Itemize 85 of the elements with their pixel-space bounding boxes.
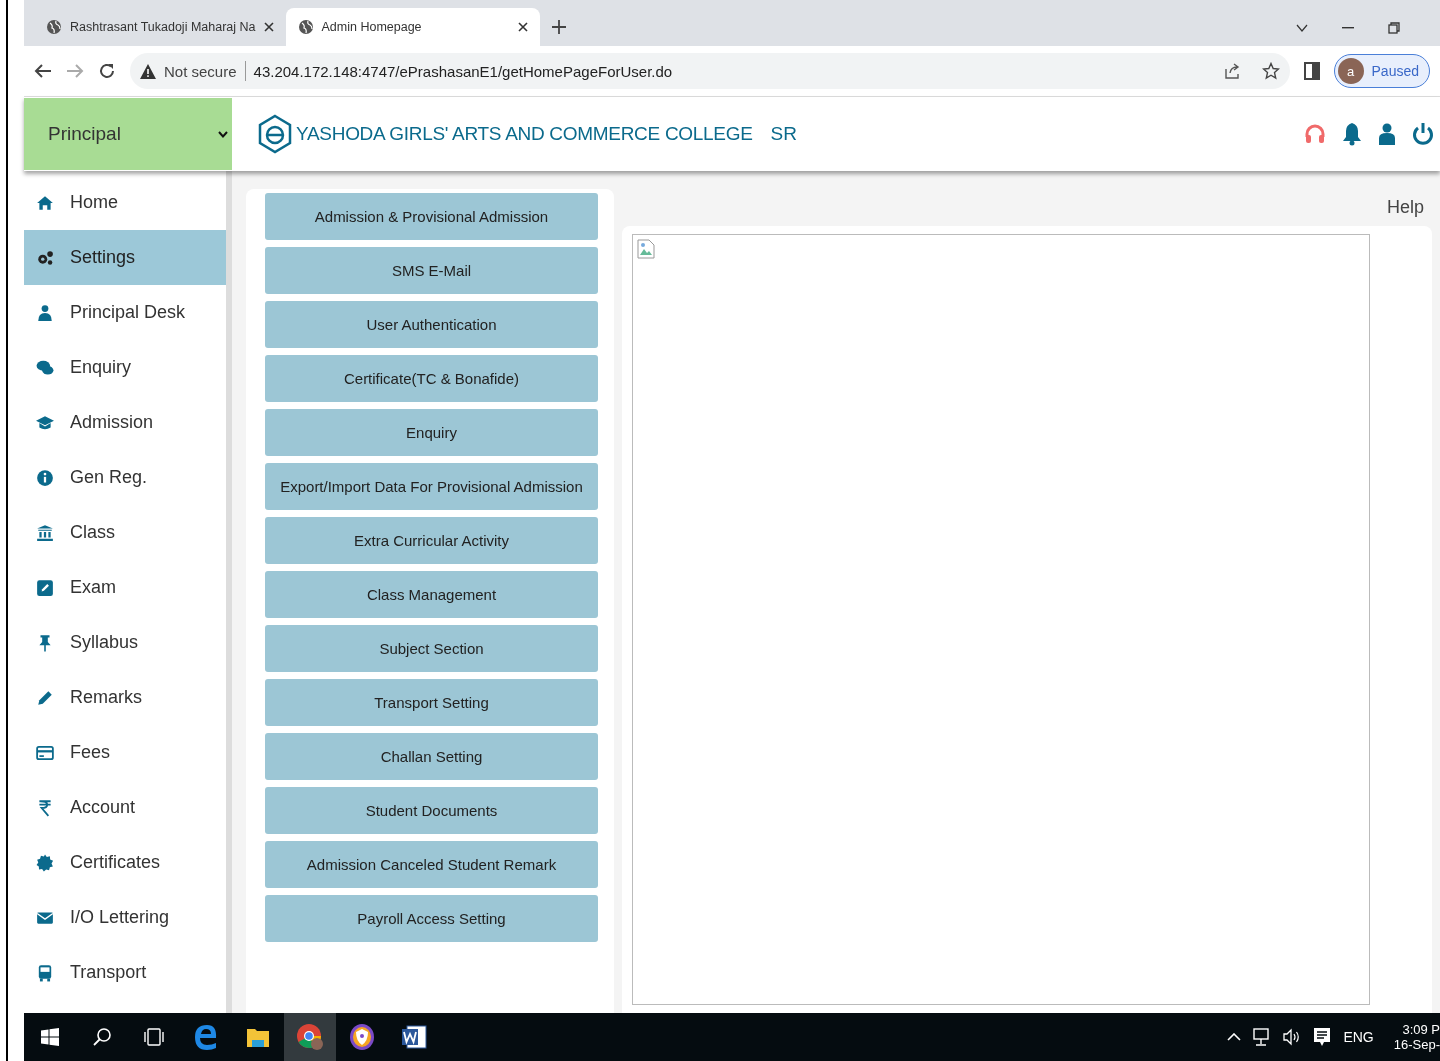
security-label[interactable]: Not secure bbox=[164, 62, 237, 80]
settings-menu-button[interactable]: Payroll Access Setting bbox=[265, 895, 598, 942]
vpn-shield-icon[interactable] bbox=[349, 1023, 375, 1051]
bus-icon bbox=[36, 963, 54, 982]
sidebar-item[interactable]: I/O Lettering bbox=[24, 890, 226, 945]
back-icon[interactable] bbox=[34, 63, 52, 79]
chevron-down-icon[interactable] bbox=[1296, 24, 1308, 32]
settings-menu-button[interactable]: Subject Section bbox=[265, 625, 598, 672]
settings-menu-button[interactable]: Export/Import Data For Provisional Admission bbox=[265, 463, 598, 510]
settings-menu-button[interactable]: Extra Curricular Activity bbox=[265, 517, 598, 564]
settings-menu-button[interactable]: Enquiry bbox=[265, 409, 598, 456]
side-panel-icon[interactable] bbox=[1303, 62, 1320, 80]
globe-icon bbox=[297, 19, 314, 35]
sidebar-item[interactable]: Syllabus bbox=[24, 615, 226, 670]
address-bar[interactable]: Not secure 43.204.172.148:4747/ePrashasanE1/getHomePageForUser.do bbox=[130, 53, 1290, 89]
graduation-cap-icon bbox=[36, 413, 54, 432]
broken-image-icon bbox=[637, 239, 655, 259]
search-icon[interactable] bbox=[92, 1027, 112, 1047]
sidebar-item[interactable]: Enquiry bbox=[24, 340, 226, 395]
sidebar-item[interactable]: Class bbox=[24, 505, 226, 560]
sidebar-item[interactable]: Fees bbox=[24, 725, 226, 780]
settings-menu-button[interactable]: SMS E-Mail bbox=[265, 247, 598, 294]
logo-icon bbox=[258, 114, 292, 154]
college-code: SR bbox=[770, 123, 797, 145]
power-icon[interactable] bbox=[1412, 122, 1434, 146]
settings-menu-button[interactable]: Class Management bbox=[265, 571, 598, 618]
sidebar-item[interactable]: Home bbox=[24, 175, 226, 230]
language-indicator[interactable]: ENG bbox=[1343, 1029, 1374, 1045]
chevron-up-icon[interactable] bbox=[1227, 1033, 1242, 1041]
sidebar-item[interactable]: Exam bbox=[24, 560, 226, 615]
user-icon bbox=[36, 303, 54, 322]
notification-icon[interactable] bbox=[1313, 1027, 1332, 1047]
info-icon bbox=[36, 468, 54, 487]
sidebar-item[interactable]: Settings bbox=[24, 230, 226, 285]
settings-menu-button[interactable]: User Authentication bbox=[265, 301, 598, 348]
settings-menu-button[interactable]: Student Documents bbox=[265, 787, 598, 834]
profile-button[interactable]: a Paused bbox=[1333, 54, 1430, 88]
badge-icon bbox=[36, 853, 54, 872]
settings-menu-button[interactable]: Admission & Provisional Admission bbox=[265, 193, 598, 240]
close-icon[interactable] bbox=[517, 22, 528, 32]
chat-icon bbox=[36, 358, 54, 377]
rupee-icon bbox=[36, 798, 54, 817]
chrome-icon[interactable] bbox=[296, 1023, 324, 1051]
browser-tab[interactable]: Admin Homepage bbox=[285, 8, 540, 46]
bell-icon[interactable] bbox=[1342, 122, 1362, 146]
restore-icon[interactable] bbox=[1388, 22, 1400, 34]
role-dropdown[interactable]: Principal bbox=[24, 98, 232, 170]
browser-tab[interactable]: Rashtrasant Tukadoji Maharaj Na bbox=[34, 8, 286, 46]
sidebar-item[interactable]: Account bbox=[24, 780, 226, 835]
help-link[interactable]: Help bbox=[1386, 197, 1424, 218]
settings-menu-button[interactable]: Transport Setting bbox=[265, 679, 598, 726]
reload-icon[interactable] bbox=[98, 62, 116, 80]
edge-browser-icon[interactable] bbox=[194, 1024, 218, 1050]
minimize-icon[interactable] bbox=[1342, 27, 1354, 29]
url-text: 43.204.172.148:4747/ePrashasanE1/getHomePageForUser.do bbox=[253, 62, 674, 80]
sidebar-item[interactable]: Principal Desk bbox=[24, 285, 226, 340]
edit-icon bbox=[36, 578, 54, 597]
headset-icon[interactable] bbox=[1304, 123, 1326, 145]
user-icon[interactable] bbox=[1378, 123, 1396, 145]
sidebar-item[interactable]: Gen Reg. bbox=[24, 450, 226, 505]
pencil-icon bbox=[36, 688, 54, 707]
globe-icon bbox=[46, 19, 62, 35]
college-name: YASHODA GIRLS' ARTS AND COMMERCE COLLEGE bbox=[296, 123, 753, 145]
sidebar-item[interactable]: Admission bbox=[24, 395, 226, 450]
star-icon[interactable] bbox=[1261, 62, 1280, 80]
new-tab-icon[interactable] bbox=[551, 20, 566, 34]
sidebar-item[interactable]: Certificates bbox=[24, 835, 226, 890]
folder-icon[interactable] bbox=[246, 1026, 270, 1048]
clock[interactable]: 3:09 P 16-Sep- bbox=[1393, 1022, 1440, 1052]
card-icon bbox=[36, 743, 54, 762]
windows-icon[interactable] bbox=[41, 1028, 59, 1046]
sidebar-item[interactable]: Transport bbox=[24, 945, 226, 1000]
chevron-down-icon bbox=[218, 130, 228, 138]
sidebar-item[interactable]: Remarks bbox=[24, 670, 226, 725]
settings-menu-button[interactable]: Certificate(TC & Bonafide) bbox=[265, 355, 598, 402]
task-view-icon[interactable] bbox=[143, 1028, 165, 1046]
speaker-icon[interactable] bbox=[1283, 1028, 1302, 1046]
close-icon[interactable] bbox=[263, 22, 274, 32]
settings-menu-button[interactable]: Challan Setting bbox=[265, 733, 598, 780]
word-icon[interactable] bbox=[401, 1024, 427, 1050]
warning-icon bbox=[140, 63, 156, 79]
network-icon[interactable] bbox=[1253, 1028, 1272, 1046]
settings-menu-button[interactable]: Admission Canceled Student Remark bbox=[265, 841, 598, 888]
share-icon[interactable] bbox=[1223, 62, 1242, 80]
bank-icon bbox=[36, 523, 54, 542]
